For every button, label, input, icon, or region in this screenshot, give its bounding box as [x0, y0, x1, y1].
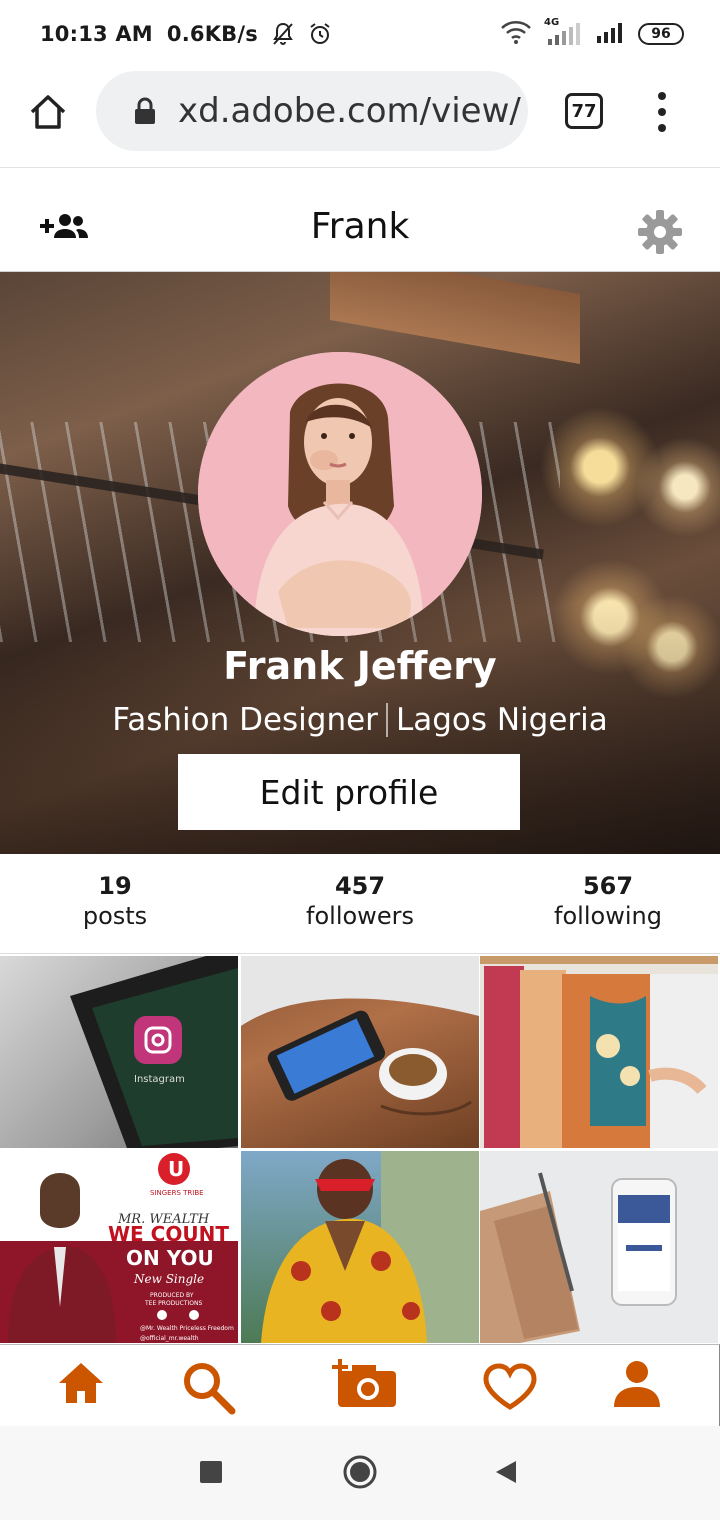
status-right: 4G 96 [500, 17, 684, 48]
post-image [261, 1151, 479, 1343]
dot-icon [658, 124, 666, 132]
post-image [480, 956, 718, 1148]
post-thumbnail[interactable] [241, 1151, 479, 1343]
system-navigation-bar [0, 1426, 720, 1520]
svg-text:U: U [168, 1157, 184, 1181]
browser-menu-button[interactable] [650, 92, 674, 132]
profile-icon [614, 1361, 660, 1407]
post-thumbnail[interactable] [241, 956, 479, 1148]
clock: 10:13 AM [40, 22, 153, 46]
back-button[interactable] [494, 1459, 518, 1489]
circle-icon [343, 1455, 377, 1489]
wifi-icon [500, 20, 532, 48]
avatar[interactable] [198, 352, 482, 636]
stat-label: following [554, 902, 662, 930]
gear-icon [638, 210, 682, 254]
cover-shelf [330, 272, 580, 365]
mute-bell-icon [272, 22, 294, 46]
recents-button[interactable] [200, 1461, 222, 1487]
avatar-photo [198, 352, 482, 636]
app-header: Frank [0, 168, 720, 272]
poster-fb-handle: @Mr. Wealth Priceless Freedom [140, 1325, 234, 1332]
profile-location: Lagos Nigeria [395, 702, 608, 738]
stat-posts[interactable]: 19 posts [5, 872, 225, 930]
signal-icon [596, 20, 626, 48]
profile-stats: 19 posts 457 followers 567 following [0, 854, 720, 954]
tabs-button[interactable]: 77 [565, 93, 603, 129]
post-image: Instagram [70, 956, 238, 1148]
bottom-navigation [0, 1344, 720, 1426]
poster-brand: SINGERS TRIBE [150, 1189, 204, 1197]
alarm-icon [308, 22, 332, 46]
address-bar[interactable]: xd.adobe.com/view/ [96, 71, 528, 151]
back-triangle-icon [496, 1461, 516, 1483]
post-thumbnail[interactable]: U SINGERS TRIBE MR. WEALTH WE COUNT ON Y… [0, 1151, 238, 1343]
browser-home-button[interactable] [26, 90, 70, 134]
home-system-button[interactable] [342, 1454, 378, 1494]
post-thumbnail[interactable] [480, 956, 718, 1148]
post-app-label: Instagram [134, 1074, 185, 1085]
post-image [480, 1172, 677, 1343]
poster-producer: TEE PRODUCTIONS [144, 1300, 203, 1307]
dot-icon [658, 92, 666, 100]
poster-title-2: ON YOU [126, 1246, 214, 1270]
dot-icon [658, 108, 666, 116]
network-speed: 0.6KB/s [166, 22, 258, 46]
poster-produced: PRODUCED BY [150, 1292, 194, 1299]
profile-cover: Frank Jeffery Fashion Designer Lagos Nig… [0, 272, 720, 854]
stat-value: 567 [582, 872, 634, 900]
post-thumbnail[interactable]: Instagram [0, 956, 238, 1148]
post-image [241, 956, 479, 1116]
post-thumbnail[interactable] [480, 1151, 718, 1343]
posts-grid: Instagram U SINGERS TRIBE MR. WEALTH WE … [0, 956, 720, 1344]
signal-4g-icon: 4G [544, 17, 584, 47]
heart-icon [483, 1363, 537, 1410]
status-left: 10:13 AM 0.6KB/s [40, 22, 332, 46]
edit-profile-button[interactable]: Edit profile [178, 754, 520, 830]
settings-button[interactable] [636, 208, 684, 260]
lock-icon [135, 97, 155, 124]
profile-subtitle: Fashion Designer Lagos Nigeria [0, 702, 720, 738]
url-text: xd.adobe.com/view/ [178, 91, 521, 131]
profile-name: Frank Jeffery [223, 644, 497, 688]
square-icon [200, 1461, 222, 1483]
stat-label: posts [82, 902, 148, 930]
poster-title-1: WE COUNT [108, 1222, 229, 1246]
page-title: Frank [310, 206, 410, 247]
poster-ig-handle: @official_mr.wealth [140, 1335, 199, 1342]
home-icon [59, 1363, 103, 1403]
nav-search[interactable] [180, 1359, 236, 1419]
browser-toolbar: xd.adobe.com/view/ 77 [0, 70, 720, 168]
profile-role: Fashion Designer [112, 702, 378, 738]
nav-home[interactable] [56, 1359, 106, 1411]
stat-following[interactable]: 567 following [498, 872, 718, 930]
divider [385, 703, 388, 737]
stat-value: 19 [98, 872, 132, 900]
nav-activity[interactable] [482, 1363, 538, 1415]
stat-value: 457 [334, 872, 386, 900]
status-bar: 10:13 AM 0.6KB/s 4G 96 [0, 0, 720, 70]
add-photo-icon [332, 1359, 396, 1407]
stat-label: followers [306, 902, 414, 930]
stat-followers[interactable]: 457 followers [250, 872, 470, 930]
nav-add-photo[interactable] [330, 1357, 398, 1413]
battery-indicator: 96 [638, 23, 684, 45]
search-icon [184, 1363, 236, 1415]
post-image: U SINGERS TRIBE MR. WEALTH WE COUNT ON Y… [0, 1153, 238, 1343]
poster-subtitle: New Single [133, 1272, 204, 1286]
nav-profile[interactable] [612, 1359, 662, 1413]
home-outline-icon [30, 95, 66, 129]
